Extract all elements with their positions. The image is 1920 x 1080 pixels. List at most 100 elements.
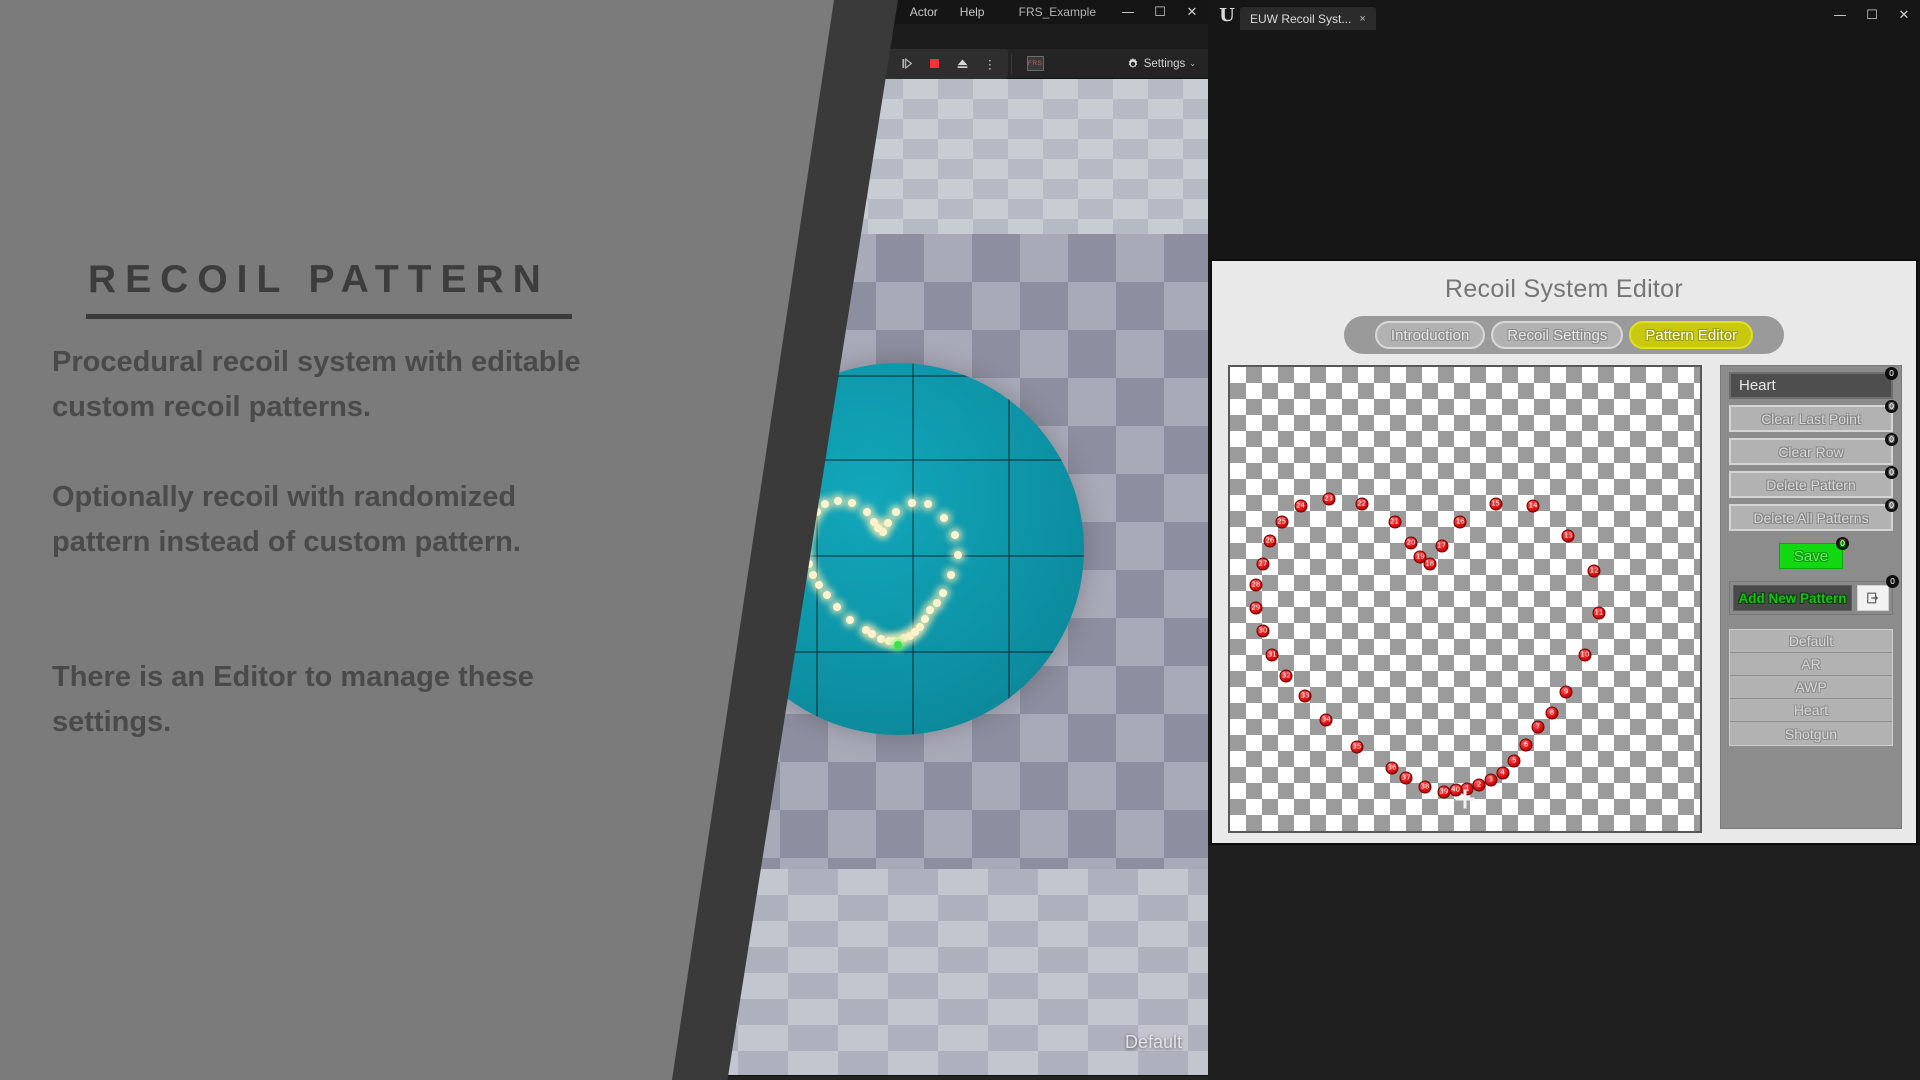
tab-euw-recoil-system[interactable]: EUW Recoil Syst... × <box>1240 7 1376 30</box>
pattern-point[interactable]: 27 <box>1256 557 1270 571</box>
pattern-point[interactable]: 17 <box>1435 539 1448 553</box>
play-options-button[interactable]: ⋮ <box>977 53 1003 75</box>
pattern-point[interactable]: 37 <box>1399 771 1413 785</box>
minimize-button[interactable]: — <box>1112 0 1144 24</box>
pattern-point[interactable]: 36 <box>1385 761 1399 775</box>
pattern-list: Default AR AWP Heart Shotgun <box>1729 629 1893 746</box>
recoil-system-editor-panel: Recoil System Editor Introduction Recoil… <box>1210 259 1918 845</box>
viewport-pattern-dot <box>862 507 871 516</box>
pattern-point[interactable]: 14 <box>1526 499 1540 513</box>
frame-step-button[interactable] <box>893 53 921 75</box>
list-item[interactable]: Heart <box>1730 699 1892 722</box>
close-button[interactable]: ✕ <box>1176 0 1208 24</box>
list-item[interactable]: Default <box>1730 630 1892 653</box>
euw-window-controls: — ☐ ✕ <box>1824 0 1920 30</box>
pattern-point[interactable]: 9 <box>1559 685 1573 699</box>
pattern-point[interactable]: 15 <box>1489 497 1503 511</box>
tab-introduction[interactable]: Introduction <box>1374 321 1486 349</box>
pattern-point[interactable]: 38 <box>1418 780 1432 794</box>
pattern-point[interactable]: 22 <box>1355 497 1369 511</box>
pattern-point[interactable]: 7 <box>1531 720 1545 734</box>
clear-last-point-button[interactable]: Clear Last Point 0 <box>1729 400 1898 432</box>
title-underline <box>86 314 572 319</box>
pattern-point[interactable]: 35 <box>1350 740 1364 754</box>
pattern-point[interactable]: 8 <box>1545 706 1559 720</box>
list-item[interactable]: Shotgun <box>1730 722 1892 745</box>
euw-title-bar: U EUW Recoil Syst... × — ☐ ✕ <box>1208 0 1920 30</box>
euw-lower-empty-area <box>1208 845 1920 1080</box>
settings-button[interactable]: Settings ⌄ <box>1119 53 1203 75</box>
canvas-checkerboard <box>1230 367 1700 831</box>
pattern-point[interactable]: 32 <box>1279 669 1293 683</box>
viewport-pattern-dot <box>932 599 941 608</box>
maximize-button[interactable]: ☐ <box>1856 0 1888 30</box>
viewport-pattern-dot <box>953 551 962 560</box>
delete-all-patterns-button[interactable]: Delete All Patterns 0 <box>1729 499 1898 531</box>
pattern-point[interactable]: 19 <box>1413 550 1427 564</box>
save-label: Save <box>1793 547 1829 565</box>
pattern-point[interactable]: 11 <box>1592 606 1606 620</box>
pattern-point[interactable]: 23 <box>1322 492 1336 506</box>
pattern-point[interactable]: 6 <box>1519 738 1533 752</box>
menu-item-help[interactable]: Help <box>949 2 996 22</box>
viewport-pattern-dot <box>916 622 925 631</box>
pattern-point[interactable]: 13 <box>1561 529 1575 543</box>
add-new-pattern-row: Add New Pattern 0 <box>1729 575 1899 615</box>
tab-recoil-settings[interactable]: Recoil Settings <box>1491 321 1624 349</box>
import-icon[interactable] <box>1857 585 1889 611</box>
pattern-point[interactable]: 31 <box>1265 648 1279 662</box>
settings-label: Settings <box>1143 57 1186 70</box>
minimize-button[interactable]: — <box>1824 0 1856 30</box>
list-item[interactable]: AWP <box>1730 676 1892 699</box>
stop-button[interactable] <box>921 53 949 75</box>
pattern-point[interactable]: 21 <box>1388 515 1401 529</box>
slide-paragraph-1: Procedural recoil system with editable c… <box>52 346 581 423</box>
pin-badge: 0 <box>1886 575 1899 588</box>
viewport-pattern-dot <box>808 571 817 580</box>
pattern-point[interactable]: 4 <box>1496 766 1510 780</box>
stop-icon <box>928 57 942 71</box>
close-button[interactable]: ✕ <box>1888 0 1920 30</box>
viewport-pattern-dot <box>921 614 930 623</box>
pattern-point[interactable]: 5 <box>1507 754 1521 768</box>
pattern-point[interactable]: 34 <box>1319 713 1333 727</box>
step-forward-icon <box>900 57 914 71</box>
pattern-point[interactable]: 20 <box>1404 536 1418 550</box>
viewport-pattern-dot <box>876 634 885 643</box>
pattern-point[interactable]: 25 <box>1275 515 1289 529</box>
save-button[interactable]: Save 0 <box>1779 537 1849 569</box>
pin-badge: 0 <box>1836 537 1849 550</box>
frs-plugin-button[interactable]: FRS <box>1020 53 1051 75</box>
eject-button[interactable] <box>949 53 977 75</box>
pin-badge: 0 <box>1885 466 1898 479</box>
gear-icon <box>1126 57 1140 71</box>
viewport-pattern-dot <box>940 514 949 523</box>
pattern-canvas[interactable]: 1 2 3 4 5 6 7 8 9 10 11 12 13 14 15 16 17 18 19 20 21 22 23 24 2… <box>1228 365 1702 833</box>
viewport-pattern-origin-dot <box>894 640 902 649</box>
pattern-point[interactable]: 30 <box>1256 624 1270 638</box>
pattern-point[interactable]: 10 <box>1578 648 1592 662</box>
pattern-point[interactable]: 26 <box>1263 534 1277 548</box>
pattern-point[interactable]: 24 <box>1294 499 1307 513</box>
close-icon[interactable]: × <box>1359 13 1365 25</box>
maximize-button[interactable]: ☐ <box>1144 0 1176 24</box>
pattern-point[interactable]: 28 <box>1249 578 1263 592</box>
eject-icon <box>956 57 970 71</box>
pattern-point[interactable]: 29 <box>1249 601 1263 615</box>
pattern-point[interactable]: 3 <box>1484 773 1498 787</box>
viewport-pattern-dot <box>846 615 855 624</box>
delete-pattern-button[interactable]: Delete Pattern 0 <box>1729 466 1898 498</box>
pattern-point[interactable]: 16 <box>1453 515 1467 529</box>
viewport-pattern-dot <box>926 605 935 614</box>
pattern-point[interactable]: 33 <box>1298 689 1312 703</box>
pattern-name-field[interactable]: Heart 0 <box>1729 367 1898 399</box>
page-title: RECOIL PATTERN <box>88 258 550 301</box>
pattern-point[interactable]: 12 <box>1587 564 1601 578</box>
tab-pattern-editor[interactable]: Pattern Editor <box>1629 321 1754 349</box>
menu-item-actor[interactable]: Actor <box>899 2 949 22</box>
list-item[interactable]: AR <box>1730 653 1892 676</box>
viewport-pattern-dot <box>832 602 841 611</box>
clear-row-button[interactable]: Clear Row 0 <box>1729 433 1898 465</box>
viewport-pattern-dot <box>892 507 901 516</box>
add-new-pattern-button[interactable]: Add New Pattern <box>1733 585 1852 611</box>
